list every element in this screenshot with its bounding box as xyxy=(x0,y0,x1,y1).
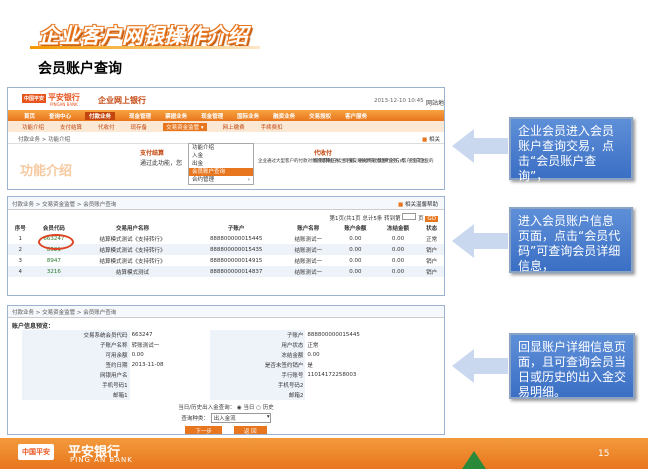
page-number: 15 xyxy=(598,449,610,459)
arrow-body xyxy=(474,233,508,249)
dropdown-contract[interactable]: 合约管理 › xyxy=(189,176,253,184)
nav-intl[interactable]: 国际业务 xyxy=(237,112,259,120)
nav-bills[interactable]: 票据业务 xyxy=(165,112,187,120)
arrow-left-icon xyxy=(452,349,474,383)
arrow-body xyxy=(474,358,508,374)
nav-query[interactable]: 查询中心 xyxy=(49,112,71,120)
member-code-link[interactable]: 3216 xyxy=(32,266,76,277)
go-button[interactable]: GO xyxy=(425,216,438,222)
dropdown-withdraw[interactable]: 出金 xyxy=(189,160,253,168)
bank-header: 中国平安 平安银行 PINGAN BANK 企业网上银行 2013-12-10 … xyxy=(8,88,444,110)
chevron-right-icon: › xyxy=(247,177,250,183)
bank-name-en: PINGAN BANK xyxy=(50,102,78,107)
detail-row: 邮箱1 邮箱2 xyxy=(22,390,432,400)
next-button[interactable]: 下一步 xyxy=(185,426,222,434)
screenshot-bank-menu: 中国平安 平安银行 PINGAN BANK 企业网上银行 2013-12-10 … xyxy=(7,87,445,190)
back-button[interactable]: 返 回 xyxy=(233,426,267,434)
dropdown-intro[interactable]: 功能介绍 xyxy=(189,144,253,152)
table-row: 2 8521 结算模式测试《支持转行》 888800000015435 结账测试… xyxy=(8,244,444,255)
nav-payment[interactable]: 付款业务 xyxy=(85,111,116,120)
member-table: 序号 会员代码 交易用户名称 子账户 账户名称 账户余额 冻结金额 状态 1 6… xyxy=(8,222,444,277)
slide-subtitle: 会员账户查询 xyxy=(38,61,122,77)
intro-watermark: 功能介绍 xyxy=(20,164,73,179)
query-kind-row: 查询种类： 出入金流 ▾ xyxy=(181,413,271,423)
table-header: 序号 会员代码 交易用户名称 子账户 账户名称 账户余额 冻结金额 状态 xyxy=(14,225,438,232)
breadcrumb: 付款业务 > 交易资金监管 > 会员账户查询 xyxy=(12,310,117,316)
detail-row: 交易系统会员代码 663247 子账户 888800000015445 xyxy=(22,330,432,340)
nav-cash-mgmt[interactable]: 现金管理 xyxy=(201,112,223,120)
breadcrumb: 付款业务 > 交易资金监管 > 会员账户查询 xyxy=(12,202,117,208)
nav-service[interactable]: 客户服务 xyxy=(345,112,367,120)
detail-table: 交易系统会员代码 663247 子账户 888800000015445 子账户名称转… xyxy=(22,330,432,400)
radio-history[interactable]: ○ 历史 xyxy=(256,405,274,411)
help-icon: ■ xyxy=(422,137,428,143)
dropdown-deposit[interactable]: 入金 xyxy=(189,152,253,160)
bank-logo: 中国平安 xyxy=(22,94,47,103)
screenshot-member-list: 付款业务 > 交易资金监管 > 会员账户查询 ■ 相关温馨帮助 第1页(共1页 … xyxy=(7,196,445,296)
subnav-escrow[interactable]: 交易资金监管 ▾ xyxy=(163,122,207,131)
nav-auth[interactable]: 交易授权 xyxy=(309,112,331,120)
chevron-down-icon: ▾ xyxy=(266,414,270,420)
product-name: 企业网上银行 xyxy=(98,96,146,105)
callout-2: 进入会员账户信息页面，点击“会员代码”可查询会员详细信息， xyxy=(509,207,633,273)
nav-cash[interactable]: 现金管理 xyxy=(129,112,151,120)
subnav-intro[interactable]: 功能介绍 xyxy=(22,123,44,131)
arrow-left-icon xyxy=(452,129,474,163)
callout-3: 回显账户详细信息页面，且可查询会员当日或历史的出入金交易明细。 xyxy=(509,333,635,399)
member-code-link[interactable]: 8947 xyxy=(33,255,76,266)
page-input[interactable] xyxy=(402,213,417,220)
detail-row: 签约日期 2013-11-08 是否未签约销户是 xyxy=(22,360,432,370)
arrow-left-icon xyxy=(452,224,474,258)
radio-today[interactable]: ◉ 当日 xyxy=(237,405,255,411)
footer-logo: 中国平安 xyxy=(18,444,54,460)
subnav-fees[interactable]: 网上缴费 xyxy=(223,123,245,131)
subnav-settlement[interactable]: 支付结算 xyxy=(60,123,82,131)
detail-row: 网银用户名 手行账号 11014172258003 xyxy=(22,370,432,380)
escrow-dropdown: 功能介绍 入金 出金 会员账户查询 合约管理 › xyxy=(188,143,254,185)
highlight-circle xyxy=(38,234,74,250)
settlement-text: 通过此功能，您 xyxy=(140,160,183,167)
breadcrumb: 付款业务 > 功能介绍 xyxy=(18,137,71,143)
pager-text: 第1页(共1页 总计5条 转到第 xyxy=(329,216,401,222)
sub-nav: 功能介绍 支付结算 代收付 现存备 交易资金监管 ▾ 网上缴费 手续费扣 xyxy=(8,121,444,132)
screenshot-account-detail: 付款业务 > 交易资金监管 > 会员账户查询 账户信息预览： 交易系统会员代码 6… xyxy=(7,305,445,435)
collect-text: 使用网银方式生下载，通过卡批量进行的方式，企业可批 xyxy=(314,159,427,164)
detail-row: 子账户名称 转账测试一 用户状态 正常 xyxy=(22,340,432,350)
query-type-row: 当日/历史出入金查询： ◉ 当日 ○ 历史 xyxy=(178,405,274,411)
subnav-collect[interactable]: 代收付 xyxy=(98,123,115,131)
help-link[interactable]: ■ 相关 xyxy=(422,135,440,143)
subnav-deposit[interactable]: 现存备 xyxy=(131,123,148,131)
nav-home[interactable]: 首页 xyxy=(24,112,35,120)
arrow-body xyxy=(474,138,508,154)
datetime: 2013-12-10 10:45 xyxy=(374,98,424,104)
callout-1: 企业会员进入会员账户查询交易，点击“会员账户查询”， xyxy=(509,117,633,183)
query-kind-select[interactable]: 出入金流 ▾ xyxy=(210,413,271,423)
main-nav: 首页 查询中心 付款业务 现金管理 票据业务 现金管理 国际业务 融资业务 交易… xyxy=(8,110,444,121)
table-row: 3 8947 结算模式测试《支持转行》 888800000014915 结账测试… xyxy=(8,255,444,266)
footer-bank-en: PING AN BANK xyxy=(70,456,133,464)
pager: 第1页(共1页 总计5条 转到第 页 GO xyxy=(8,210,444,222)
detail-row: 可用余额 0.00 冻结金额 0.00 xyxy=(22,350,432,360)
help-link[interactable]: ■ 相关温馨帮助 xyxy=(398,200,438,208)
title-underline xyxy=(30,46,260,49)
section-title: 账户信息预览： xyxy=(12,323,55,330)
tree-icon xyxy=(462,451,486,469)
nav-finance[interactable]: 融资业务 xyxy=(273,112,295,120)
subnav-charges[interactable]: 手续费扣 xyxy=(261,123,283,131)
dropdown-member-query[interactable]: 会员账户查询 xyxy=(189,168,253,176)
bank-name-cn: 平安银行 xyxy=(47,93,80,102)
table-row: 4 3216 结算模式测试 888800000014837 结账测试一 0.00… xyxy=(8,266,444,277)
help-icon: ■ xyxy=(398,202,404,208)
section-settlement: 支付结算 xyxy=(140,150,165,157)
section-collect: 代收付 xyxy=(314,150,333,157)
site-link[interactable]: 网站地 xyxy=(426,98,444,107)
detail-row: 手机号码1 手机号码2 xyxy=(22,380,432,390)
